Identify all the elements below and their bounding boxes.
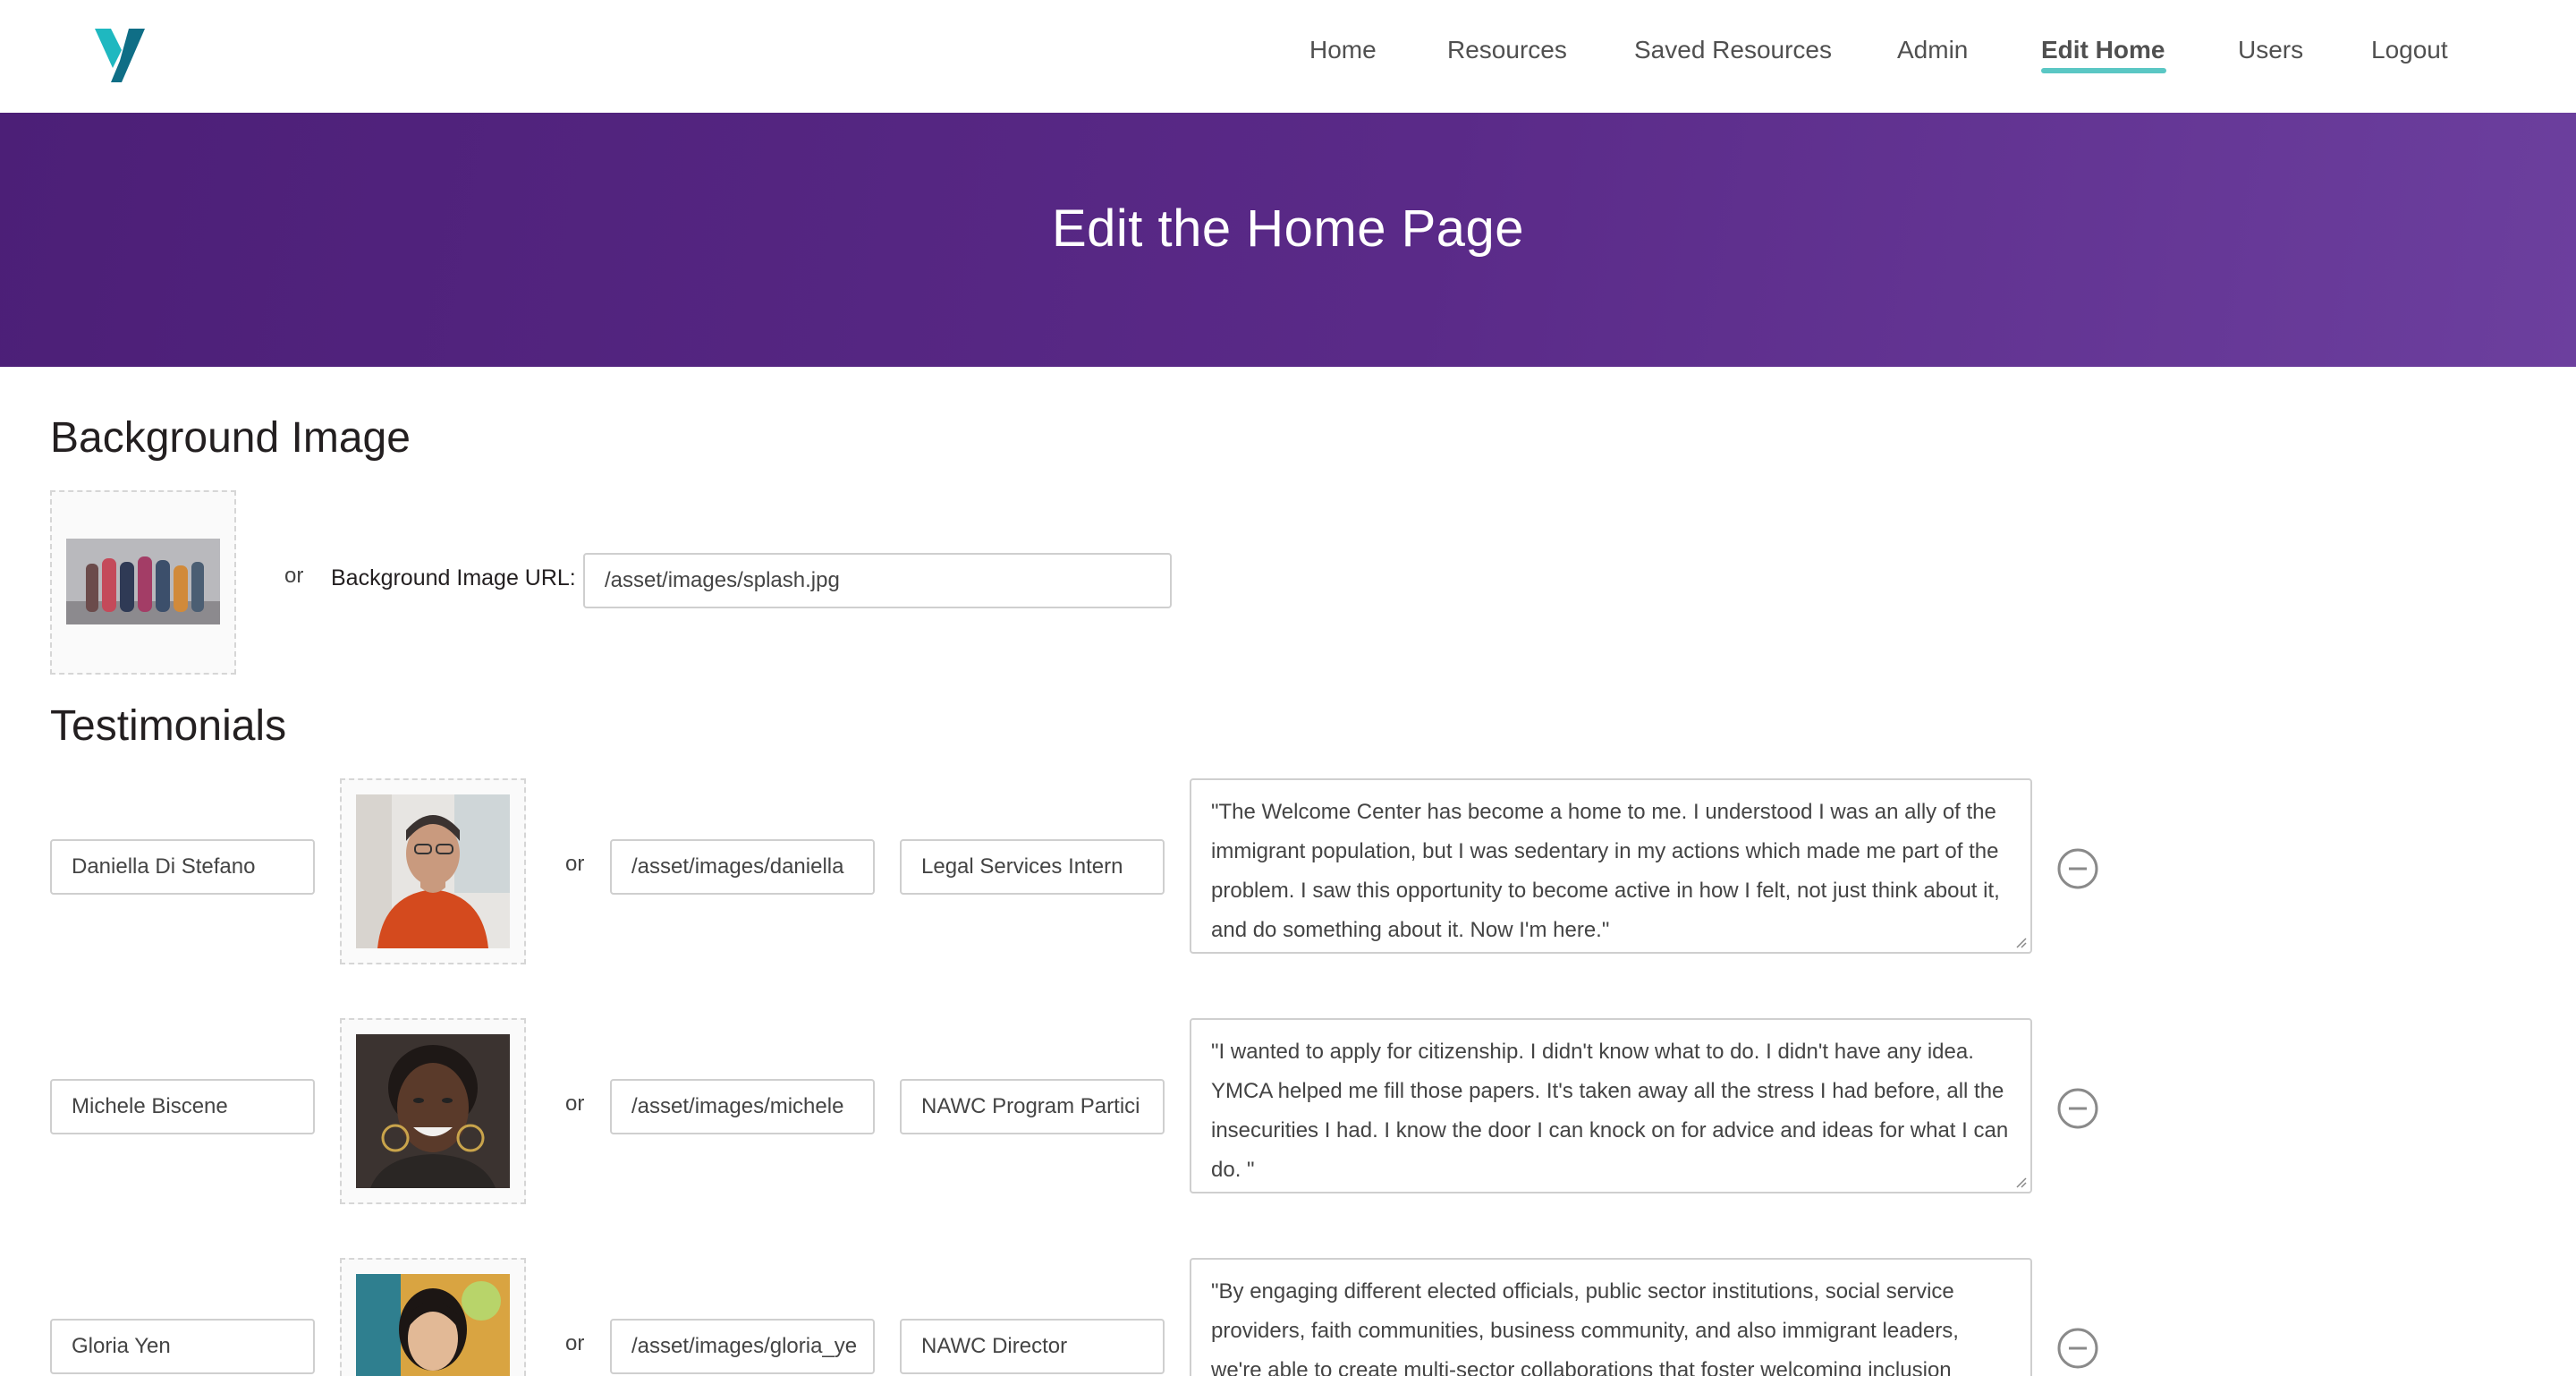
or-text: or <box>565 852 585 876</box>
or-text: or <box>565 1091 585 1116</box>
nav-active-underline <box>2041 68 2166 73</box>
testimonial-name-input[interactable]: Michele Biscene <box>50 1079 315 1134</box>
testimonial-image-url-input[interactable]: /asset/images/michele <box>610 1079 875 1134</box>
testimonial-quote-textarea[interactable]: "I wanted to apply for citizenship. I di… <box>1190 1018 2032 1193</box>
background-image-dropzone[interactable] <box>50 490 236 675</box>
testimonial-role-input[interactable]: Legal Services Intern <box>900 839 1165 895</box>
background-url-label: Background Image URL: <box>331 565 576 590</box>
or-text: or <box>565 1331 585 1355</box>
nav-edit-home[interactable]: Edit Home <box>2041 36 2165 64</box>
page-title: Edit the Home Page <box>1051 200 1525 258</box>
testimonial-image-dropzone[interactable] <box>340 1258 526 1376</box>
remove-testimonial-icon[interactable] <box>2057 848 2098 889</box>
remove-testimonial-icon[interactable] <box>2057 1088 2098 1129</box>
nav-logout[interactable]: Logout <box>2371 36 2448 64</box>
nav-admin[interactable]: Admin <box>1897 36 1968 64</box>
testimonial-image-dropzone[interactable] <box>340 1018 526 1204</box>
nav-saved-resources[interactable]: Saved Resources <box>1634 36 1832 64</box>
remove-testimonial-icon[interactable] <box>2057 1328 2098 1369</box>
background-image-heading: Background Image <box>50 414 411 462</box>
nav-home[interactable]: Home <box>1309 36 1377 64</box>
testimonial-quote-text: "The Welcome Center has become a home to… <box>1211 800 2000 942</box>
testimonial-role-input[interactable]: NAWC Program Partici <box>900 1079 1165 1134</box>
testimonial-image-url-input[interactable]: /asset/images/daniella <box>610 839 875 895</box>
testimonial-quote-text: "I wanted to apply for citizenship. I di… <box>1211 1040 2009 1182</box>
testimonial-quote-textarea[interactable]: "The Welcome Center has become a home to… <box>1190 778 2032 954</box>
or-text: or <box>284 564 304 588</box>
page-banner: Edit the Home Page <box>0 113 2576 367</box>
resize-handle-icon[interactable] <box>2014 936 2027 948</box>
testimonial-role-input[interactable]: NAWC Director <box>900 1319 1165 1374</box>
resize-handle-icon[interactable] <box>2014 1176 2027 1188</box>
testimonial-image-url-input[interactable]: /asset/images/gloria_ye <box>610 1319 875 1374</box>
top-header: Home Resources Saved Resources Admin Edi… <box>0 0 2576 113</box>
background-url-input[interactable]: /asset/images/splash.jpg <box>583 553 1172 608</box>
testimonial-name-input[interactable]: Gloria Yen <box>50 1319 315 1374</box>
testimonial-quote-text: "By engaging different elected officials… <box>1211 1279 1959 1376</box>
testimonial-photo <box>356 1274 510 1376</box>
nav-users[interactable]: Users <box>2238 36 2303 64</box>
ymca-logo-icon[interactable] <box>95 29 145 82</box>
testimonial-image-dropzone[interactable] <box>340 778 526 964</box>
testimonial-photo <box>356 1034 510 1188</box>
testimonial-quote-textarea[interactable]: "By engaging different elected officials… <box>1190 1258 2032 1376</box>
nav-resources[interactable]: Resources <box>1447 36 1567 64</box>
testimonials-heading: Testimonials <box>50 702 287 750</box>
testimonial-photo <box>356 794 510 948</box>
background-image-thumbnail <box>66 539 220 624</box>
testimonial-name-input[interactable]: Daniella Di Stefano <box>50 839 315 895</box>
